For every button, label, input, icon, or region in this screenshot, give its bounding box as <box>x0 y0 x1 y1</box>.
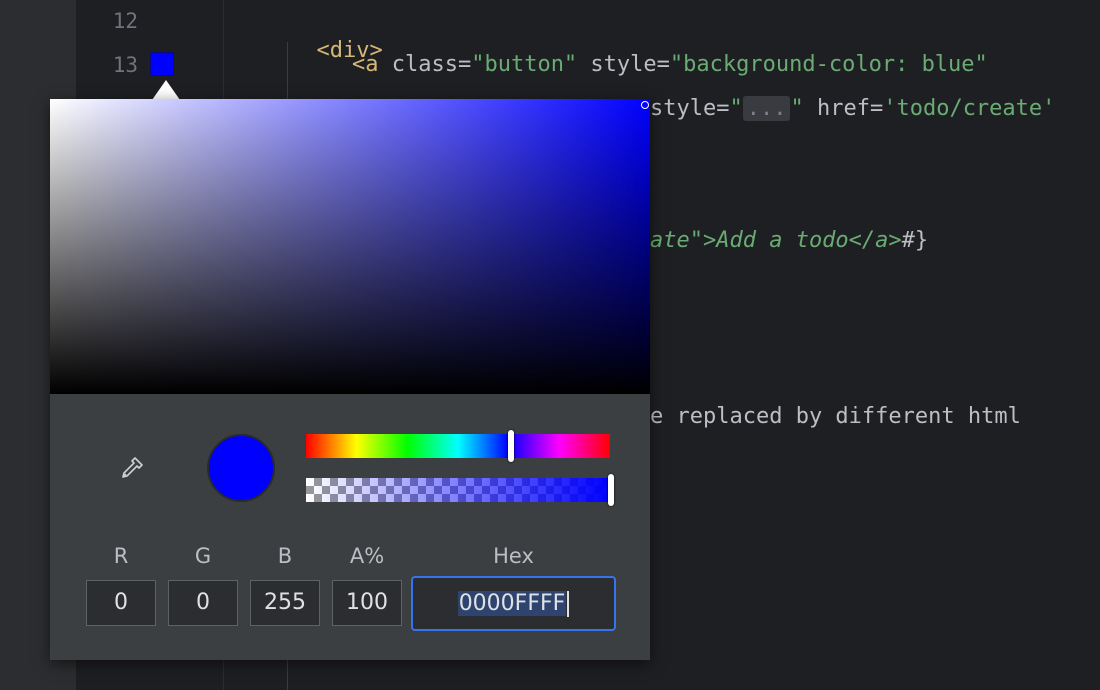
code-token: 'todo/create' <box>883 96 1056 121</box>
code-line-comment: e replaced by different html <box>650 402 1021 432</box>
r-label: R <box>113 544 129 568</box>
popup-pointer <box>152 80 180 100</box>
code-token: #} <box>901 228 929 253</box>
code-token: href= <box>803 96 884 121</box>
alpha-label: A% <box>349 544 385 568</box>
code-line-13: <a class="button" style="background-colo… <box>352 50 988 80</box>
hue-slider-thumb[interactable] <box>508 430 514 462</box>
code-token: " <box>729 96 743 121</box>
hue-slider[interactable] <box>306 434 610 458</box>
line-number-13: 13 <box>112 53 138 77</box>
code-line-14: style="... " href='todo/create' <box>650 94 1055 124</box>
saturation-brightness-area[interactable] <box>50 99 650 394</box>
eyedropper-icon[interactable] <box>118 454 146 482</box>
alpha-field[interactable]: 100 <box>332 580 402 626</box>
text-caret <box>567 591 570 617</box>
b-label: B <box>277 544 293 568</box>
code-token: style= <box>650 96 730 121</box>
code-token: class= <box>378 52 472 77</box>
red-field[interactable]: 0 <box>86 580 156 626</box>
code-token: ate">Add a todo</a> <box>650 228 902 253</box>
g-label: G <box>194 544 212 568</box>
saturation-brightness-thumb[interactable] <box>641 101 649 109</box>
color-swatch-gutter-icon[interactable] <box>150 52 174 76</box>
color-picker-popup: R G B A% Hex 0 0 255 100 0000FFFF <box>50 99 650 660</box>
hex-label: Hex <box>493 544 534 568</box>
green-field[interactable]: 0 <box>168 580 238 626</box>
color-preview <box>207 434 275 502</box>
blue-field[interactable]: 255 <box>250 580 320 626</box>
code-token: style= <box>577 52 670 77</box>
alpha-slider[interactable] <box>306 478 610 502</box>
code-token: " <box>790 96 804 121</box>
folded-code-placeholder[interactable]: ... <box>742 96 791 121</box>
hex-field[interactable]: 0000FFFF <box>411 576 616 631</box>
hex-value: 0000FFFF <box>457 591 567 616</box>
code-line-16: ate">Add a todo</a>#} <box>650 226 928 256</box>
code-token: e replaced by different html <box>650 404 1021 429</box>
code-token: "button" <box>471 52 578 77</box>
alpha-slider-thumb[interactable] <box>608 474 614 506</box>
line-number-12: 12 <box>112 9 138 33</box>
code-token: <a <box>352 52 379 77</box>
code-token: "background-color: blue" <box>669 52 988 77</box>
